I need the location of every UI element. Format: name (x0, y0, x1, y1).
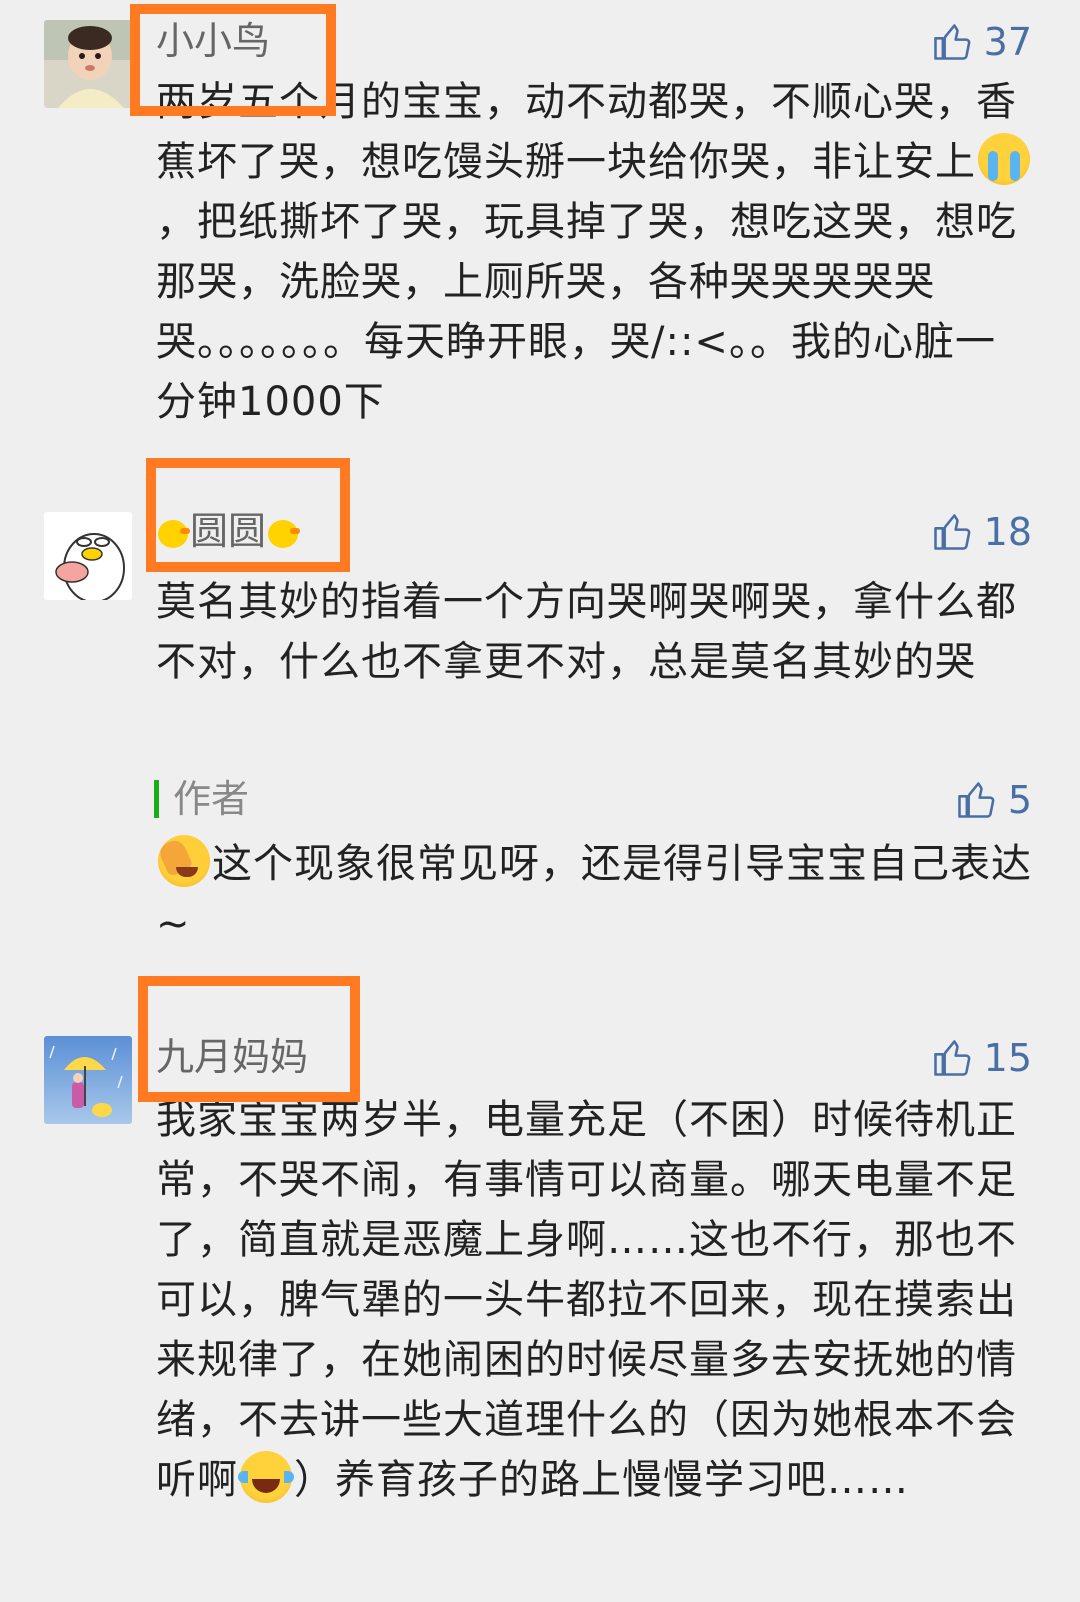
like-button[interactable]: 15 (930, 1032, 1032, 1084)
laughing-crying-face-icon (238, 1451, 294, 1503)
baby-photo-avatar-icon (44, 20, 132, 108)
comment-content: 我家宝宝两岁半，电量充足（不困）时候待机正常，不哭不闹，有事情可以商量。哪天电量… (156, 1090, 1036, 1510)
facepalm-icon (158, 835, 210, 887)
highlight-box (146, 458, 350, 572)
like-count: 37 (983, 20, 1032, 64)
highlight-box (130, 4, 336, 116)
like-count: 5 (1007, 778, 1032, 822)
author-reply-content: 这个现象很常见呀，还是得引导宝宝自己表达~ (156, 834, 1036, 954)
author-label: 作者 (173, 777, 250, 821)
like-button[interactable]: 37 (930, 16, 1032, 68)
comment-text-part: ）养育孩子的路上慢慢学习吧…… (294, 1457, 909, 1503)
cartoon-duck-avatar-icon (44, 512, 132, 600)
thumbs-up-icon (933, 514, 971, 550)
like-button[interactable]: 5 (954, 774, 1032, 826)
like-button[interactable]: 18 (930, 506, 1032, 558)
highlight-box (138, 976, 360, 1102)
comment-content: 两岁五个月的宝宝，动不动都哭，不顺心哭，香蕉坏了哭，想吃馒头掰一块给你哭，非让安… (156, 72, 1036, 432)
thumbs-up-icon (933, 1040, 971, 1076)
rain-umbrella-avatar-icon (44, 1036, 132, 1124)
reply-text: 这个现象很常见呀，还是得引导宝宝自己表达~ (156, 841, 1032, 947)
comment-text-part: 我家宝宝两岁半，电量充足（不困）时候待机正常，不哭不闹，有事情可以商量。哪天电量… (156, 1097, 1017, 1503)
like-count: 18 (983, 510, 1032, 554)
thumbs-up-icon (933, 24, 971, 60)
comment-content: 莫名其妙的指着一个方向哭啊哭啊哭，拿什么都不对，什么也不拿更不对，总是莫名其妙的… (156, 579, 1017, 685)
avatar[interactable] (44, 512, 132, 600)
author-reply-label: 作者 (154, 774, 249, 824)
thumbs-up-icon (958, 782, 995, 818)
author-indicator-bar (154, 780, 159, 818)
like-count: 15 (983, 1036, 1032, 1080)
avatar[interactable] (44, 1036, 132, 1124)
crying-face-icon (978, 133, 1030, 185)
comment-text-part: ，把纸撕坏了哭，玩具掉了哭，想吃这哭，想吃那哭，洗脸哭，上厕所哭，各种哭哭哭哭哭… (156, 199, 1017, 425)
avatar[interactable] (44, 20, 132, 108)
